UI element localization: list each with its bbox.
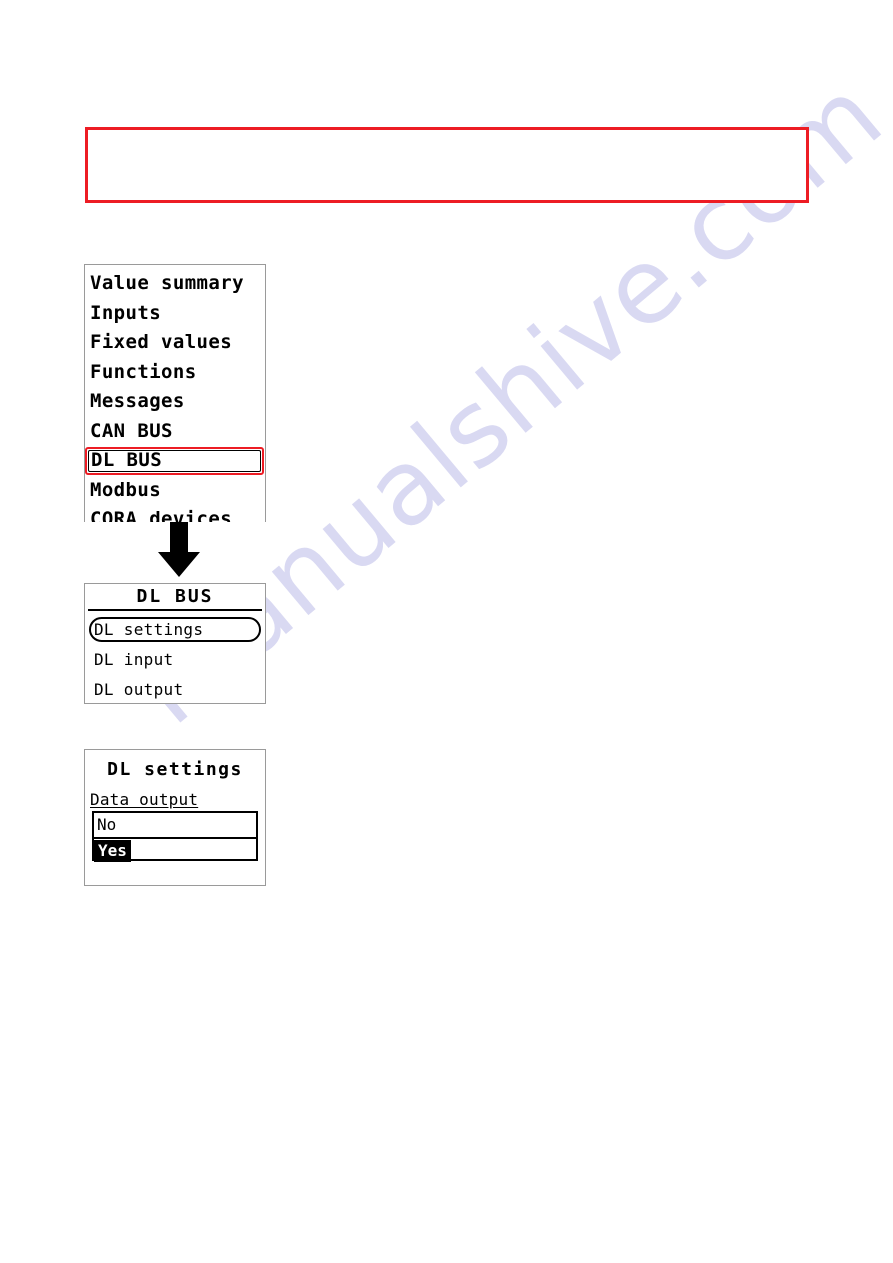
menu-item-label: Inputs <box>90 301 162 324</box>
dl-bus-item-dl-output[interactable]: DL output <box>85 675 265 703</box>
menu-item-label: DL BUS <box>91 449 163 471</box>
menu-item-label: CORA devices <box>90 508 233 522</box>
dropdown-option-label: No <box>97 815 117 834</box>
main-menu-screen: Value summary Inputs Fixed values Functi… <box>84 264 266 522</box>
menu-item-label: Fixed values <box>90 331 233 353</box>
red-callout-box <box>85 127 809 203</box>
menu-item-can-bus[interactable]: CAN BUS <box>85 417 265 447</box>
menu-item-dl-bus[interactable]: DL BUS <box>85 446 265 476</box>
main-menu-list: Value summary Inputs Fixed values Functi… <box>85 265 265 522</box>
data-output-dropdown[interactable]: No Yes <box>92 811 258 863</box>
menu-item-messages[interactable]: Messages <box>85 387 265 417</box>
menu-item-functions[interactable]: Functions <box>85 358 265 388</box>
menu-item-inputs[interactable]: Inputs <box>85 299 265 329</box>
dl-bus-screen: DL BUS DL settings DL input DL output <box>84 583 266 704</box>
dl-settings-screen-title: DL settings <box>107 759 243 780</box>
dropdown-option-yes[interactable]: Yes <box>94 839 256 863</box>
title-divider <box>88 609 262 611</box>
menu-item-modbus[interactable]: Modbus <box>85 476 265 506</box>
red-callout-text <box>88 130 806 146</box>
dl-bus-screen-title: DL BUS <box>136 586 214 607</box>
menu-item-fixed-values[interactable]: Fixed values <box>85 328 265 358</box>
dl-bus-item-label: DL settings <box>94 620 204 639</box>
menu-item-cora-devices[interactable]: CORA devices <box>85 505 265 522</box>
dropdown-option-label: Yes <box>94 840 131 862</box>
arrow-down-icon <box>155 522 203 578</box>
dropdown-option-no[interactable]: No <box>94 813 256 839</box>
dl-bus-item-label: DL output <box>94 680 184 699</box>
menu-item-value-summary[interactable]: Value summary <box>85 269 265 299</box>
menu-item-label: Functions <box>90 360 197 383</box>
dl-bus-item-dl-settings[interactable]: DL settings <box>85 615 265 645</box>
menu-item-label: Modbus <box>90 478 162 501</box>
dl-bus-item-dl-input[interactable]: DL input <box>85 645 265 675</box>
menu-item-label: Messages <box>90 390 185 412</box>
menu-item-label: Value summary <box>90 272 244 294</box>
menu-item-label: CAN BUS <box>90 419 173 442</box>
dl-settings-screen: DL settings Data output No Yes <box>84 749 266 886</box>
dl-bus-item-label: DL input <box>94 650 174 669</box>
data-output-label: Data output <box>90 790 199 809</box>
